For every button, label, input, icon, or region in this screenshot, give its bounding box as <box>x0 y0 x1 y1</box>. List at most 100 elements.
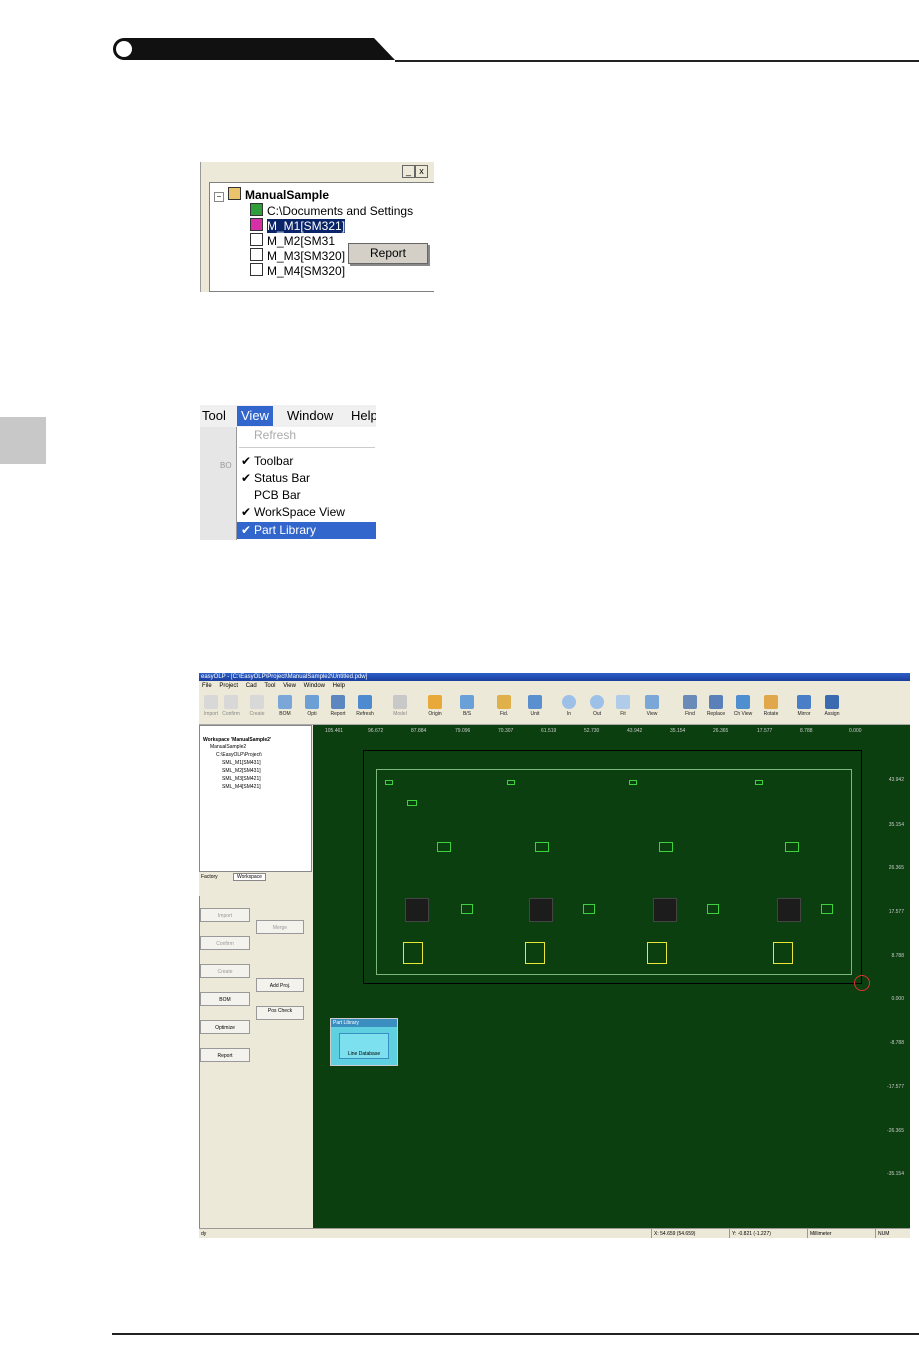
menu-item-toolbar[interactable]: ✔ Toolbar <box>237 453 376 470</box>
toolbar-confirm-button[interactable]: Confirm <box>219 695 243 717</box>
toolbar-model-button[interactable]: Model <box>388 695 412 717</box>
bga-chip[interactable] <box>777 898 801 922</box>
menu-cad[interactable]: Cad <box>246 683 257 689</box>
workspace-item[interactable]: SML_M2[SM431] <box>222 768 261 774</box>
find-icon <box>683 695 697 709</box>
view-dropdown: Refresh ✔ Toolbar ✔ Status Bar PCB Bar ✔ Wo… <box>236 427 376 540</box>
toolbar-replace-button[interactable]: Replace <box>704 695 728 717</box>
minimize-button[interactable]: _ <box>402 165 415 178</box>
toolbar-view-button[interactable]: View <box>640 695 664 717</box>
component[interactable] <box>785 842 799 852</box>
fit-icon <box>616 695 630 709</box>
toolbar-mirror-button[interactable]: Mirror <box>792 695 816 717</box>
flow-create-button[interactable]: Create <box>200 964 250 978</box>
flow-optimize-button[interactable]: Optimize <box>200 1020 250 1034</box>
menu-view[interactable]: View <box>283 683 296 689</box>
toolbar-bs-button[interactable]: B/S <box>455 695 479 717</box>
part-library-window[interactable]: Part Library Line Database <box>330 1018 398 1066</box>
toolbar-origin-button[interactable]: Origin <box>423 695 447 717</box>
toolbar-bom-button[interactable]: BOM <box>273 695 297 717</box>
ic-component[interactable] <box>773 942 793 964</box>
workspace-item[interactable]: SML_M1[SM431] <box>222 760 261 766</box>
tree-item-m1[interactable]: M_M1[SM321] <box>250 218 346 234</box>
component[interactable] <box>707 904 719 914</box>
menu-help[interactable]: Help <box>351 408 376 423</box>
toolbar-find-button[interactable]: Find <box>678 695 702 717</box>
flow-report-button[interactable]: Report <box>200 1048 250 1062</box>
component[interactable] <box>507 780 515 785</box>
collapse-icon[interactable]: − <box>214 192 224 202</box>
mirror-icon <box>797 695 811 709</box>
tree-item-cad[interactable]: C:\Documents and Settings <box>250 203 413 219</box>
workspace-cad[interactable]: C:\EasyOLP\Project\ <box>216 752 262 758</box>
toolbar-fid-button[interactable]: Fid. <box>492 695 516 717</box>
component[interactable] <box>385 780 393 785</box>
toolbar-zoom-in-button[interactable]: In <box>557 695 581 717</box>
toolbar-create-button[interactable]: Create <box>245 695 269 717</box>
menu-item-pcb-bar[interactable]: PCB Bar <box>237 487 376 504</box>
menu-view[interactable]: View <box>237 406 273 426</box>
component[interactable] <box>755 780 763 785</box>
menu-file[interactable]: File <box>202 683 212 689</box>
component[interactable] <box>583 904 595 914</box>
close-button[interactable]: x <box>415 165 428 178</box>
flow-bom-button[interactable]: BOM <box>200 992 250 1006</box>
ruler-label: 96.672 <box>368 728 384 734</box>
line-database-button[interactable]: Line Database <box>339 1033 389 1059</box>
menu-window[interactable]: Window <box>304 683 325 689</box>
origin-marker-icon <box>854 975 870 991</box>
workspace-item[interactable]: SML_M4[SM421] <box>222 784 261 790</box>
project-icon <box>228 187 241 200</box>
toolbar-refresh-button[interactable]: Refresh <box>353 695 377 717</box>
flow-add-project-button[interactable]: Add Proj. <box>256 978 304 992</box>
component[interactable] <box>437 842 451 852</box>
bga-chip[interactable] <box>653 898 677 922</box>
tree-root[interactable]: − ManualSample <box>214 187 329 203</box>
menu-project[interactable]: Project <box>219 683 238 689</box>
toolbar-chview-button[interactable]: Ch View <box>731 695 755 717</box>
ic-component[interactable] <box>403 942 423 964</box>
tree-item-m3[interactable]: M_M3[SM320] <box>250 248 345 264</box>
toolbar-rotate-button[interactable]: Rotate <box>759 695 783 717</box>
workspace-project[interactable]: ManualSample2 <box>210 744 246 750</box>
menu-window[interactable]: Window <box>287 408 333 423</box>
toolbar-opti-button[interactable]: Opti <box>300 695 324 717</box>
menu-item-part-library[interactable]: ✔ Part Library <box>237 522 376 539</box>
toolbar-report-button[interactable]: Report <box>326 695 350 717</box>
tree-item-m4[interactable]: M_M4[SM320] <box>250 263 345 279</box>
import-icon <box>204 695 218 709</box>
menu-tool[interactable]: Tool <box>264 683 275 689</box>
component[interactable] <box>461 904 473 914</box>
toolbar-assign-button[interactable]: Assign <box>820 695 844 717</box>
menu-item-refresh[interactable]: Refresh <box>237 427 376 444</box>
workspace-item[interactable]: SML_M3[SM421] <box>222 776 261 782</box>
pcb-canvas[interactable]: 105.461 96.672 87.884 79.096 70.307 61.5… <box>313 725 910 1228</box>
component[interactable] <box>407 800 417 806</box>
toolbar-fit-button[interactable]: Fit <box>611 695 635 717</box>
context-menu-report[interactable]: Report <box>348 243 428 264</box>
bga-chip[interactable] <box>529 898 553 922</box>
component[interactable] <box>821 904 833 914</box>
workspace-root[interactable]: Workspace 'ManualSample2' <box>203 737 271 743</box>
tree-item-m2[interactable]: M_M2[SM31 <box>250 233 335 249</box>
flow-confirm-button[interactable]: Confirm <box>200 936 250 950</box>
flow-merge-button[interactable]: Merge <box>256 920 304 934</box>
toolbar-unit-button[interactable]: Unit <box>523 695 547 717</box>
ic-component[interactable] <box>647 942 667 964</box>
tab-factory[interactable]: Factory <box>201 874 218 880</box>
menu-help[interactable]: Help <box>333 683 345 689</box>
bga-chip[interactable] <box>405 898 429 922</box>
toolbar-zoom-out-button[interactable]: Out <box>585 695 609 717</box>
tab-workspace[interactable]: Workspace <box>233 873 266 881</box>
component[interactable] <box>659 842 673 852</box>
flow-pos-check-button[interactable]: Pos Check <box>256 1006 304 1020</box>
component[interactable] <box>535 842 549 852</box>
header-tab <box>113 38 395 60</box>
flow-import-button[interactable]: Import <box>200 908 250 922</box>
component[interactable] <box>629 780 637 785</box>
menu-item-status-bar[interactable]: ✔ Status Bar <box>237 470 376 487</box>
menu-item-workspace-view[interactable]: ✔ WorkSpace View <box>237 504 376 521</box>
ic-component[interactable] <box>525 942 545 964</box>
ruler-label: 8.788 <box>800 728 813 734</box>
menu-tool[interactable]: Tool <box>202 408 226 423</box>
